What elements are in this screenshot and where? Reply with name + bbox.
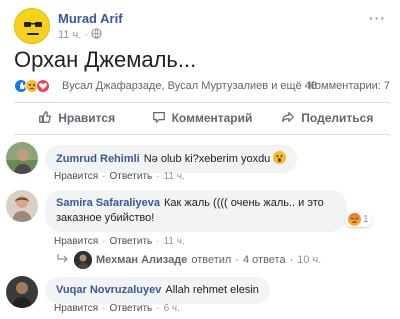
dot-separator: · xyxy=(102,303,106,314)
dot-separator: · xyxy=(235,254,239,266)
dot-separator: · xyxy=(102,171,106,182)
like-button[interactable]: Нравится xyxy=(14,104,139,132)
comment-item: Samira Safaraliyeva Как жаль (((( очень ж… xyxy=(6,190,392,248)
divider xyxy=(14,134,390,135)
thumbs-up-icon xyxy=(38,110,52,127)
comment-like-link[interactable]: Нравится xyxy=(54,171,98,182)
post-text: Орхан Джемаль... xyxy=(14,47,197,72)
like-button-label: Нравится xyxy=(58,111,116,125)
commenter-avatar[interactable] xyxy=(6,142,38,174)
surprised-emoji-icon xyxy=(273,151,287,164)
heart-reaction-icon xyxy=(36,79,50,93)
commenter-avatar[interactable] xyxy=(6,276,38,308)
reply-arrow-icon xyxy=(56,253,70,268)
comment-reply-link[interactable]: Ответить xyxy=(109,303,152,314)
author-avatar[interactable] xyxy=(14,8,50,44)
globe-icon xyxy=(91,28,102,42)
comment-item: Zumrud Rehimli Nə olub ki?xeberim yoxdu Н… xyxy=(6,142,392,182)
reaction-icons[interactable] xyxy=(14,79,50,93)
reaction-names[interactable]: Вусал Джафарзаде, Вусал Муртузалиев и ещ… xyxy=(62,80,317,92)
comment-reply-link[interactable]: Ответить xyxy=(109,171,152,182)
dot-separator: · xyxy=(102,236,106,247)
commenter-name[interactable]: Samira Safaraliyeva xyxy=(56,197,160,209)
comments-count[interactable]: Комментарии: 7 xyxy=(308,80,390,92)
comment-bubble: Zumrud Rehimli Nə olub ki?xeberim yoxdu xyxy=(45,145,298,173)
replies-summary[interactable]: Мехман Ализаде ответил · 4 ответа · 10 ч… xyxy=(56,250,386,270)
comment-time[interactable]: 11 ч. xyxy=(164,236,185,247)
commenter-name[interactable]: Vuqar Novruzaluyev xyxy=(56,284,161,296)
dot-separator: · xyxy=(156,303,160,314)
share-icon xyxy=(281,110,295,127)
comment-bubble: Samira Safaraliyeva Как жаль (((( очень ж… xyxy=(45,190,347,232)
comment-actions: Нравится · Ответить · 11 ч. xyxy=(54,171,185,182)
replier-name: Мехман Ализаде xyxy=(96,254,188,266)
post-meta: 11 ч. · xyxy=(58,28,102,42)
commenter-name[interactable]: Zumrud Rehimli xyxy=(56,153,140,165)
dot-separator-icon: · xyxy=(84,29,88,41)
comment-text: Allah rehmet elesin xyxy=(165,284,259,296)
commenter-avatar[interactable] xyxy=(6,190,38,222)
comment-bubble: Vuqar Novruzaluyev Allah rehmet elesin xyxy=(45,277,270,304)
angry-reaction-icon xyxy=(348,213,361,226)
divider xyxy=(14,102,390,103)
comment-time[interactable]: 11 ч. xyxy=(164,171,185,182)
comment-like-link[interactable]: Нравится xyxy=(54,303,98,314)
share-button[interactable]: Поделиться xyxy=(265,104,390,132)
comment-button[interactable]: Комментарий xyxy=(139,104,264,132)
comment-icon xyxy=(152,110,166,127)
post-header: Murad Arif 11 ч. · ··· xyxy=(14,6,386,46)
reaction-count: 1 xyxy=(363,214,369,225)
comment-like-link[interactable]: Нравится xyxy=(54,236,98,247)
replies-count: 4 ответа xyxy=(242,254,286,266)
reply-time: 10 ч. xyxy=(297,254,322,266)
post-time[interactable]: 11 ч. xyxy=(58,29,81,41)
reply-action: ответил xyxy=(191,254,232,266)
post-author-name[interactable]: Murad Arif xyxy=(58,11,123,26)
comment-actions: Нравится · Ответить · 11 ч. xyxy=(54,236,185,247)
dot-separator: · xyxy=(156,236,160,247)
more-options-icon[interactable]: ··· xyxy=(369,10,386,26)
share-button-label: Поделиться xyxy=(301,111,374,125)
comment-item: Vuqar Novruzaluyev Allah rehmet elesin Нр… xyxy=(6,276,392,318)
comment-button-label: Комментарий xyxy=(171,111,253,125)
comment-reaction-badge[interactable]: 1 xyxy=(345,212,372,227)
post-action-bar: Нравится Комментарий Поделиться xyxy=(14,104,390,132)
comment-time[interactable]: 6 ч. xyxy=(164,303,180,314)
dot-separator: · xyxy=(289,254,294,266)
reactions-bar: Вусал Джафарзаде, Вусал Муртузалиев и ещ… xyxy=(14,78,390,96)
replier-avatar xyxy=(74,251,92,269)
comment-actions: Нравится · Ответить · 6 ч. xyxy=(54,303,180,314)
comment-text: Nə olub ki?xeberim yoxdu xyxy=(143,153,271,165)
dot-separator: · xyxy=(156,171,160,182)
comment-reply-link[interactable]: Ответить xyxy=(109,236,152,247)
